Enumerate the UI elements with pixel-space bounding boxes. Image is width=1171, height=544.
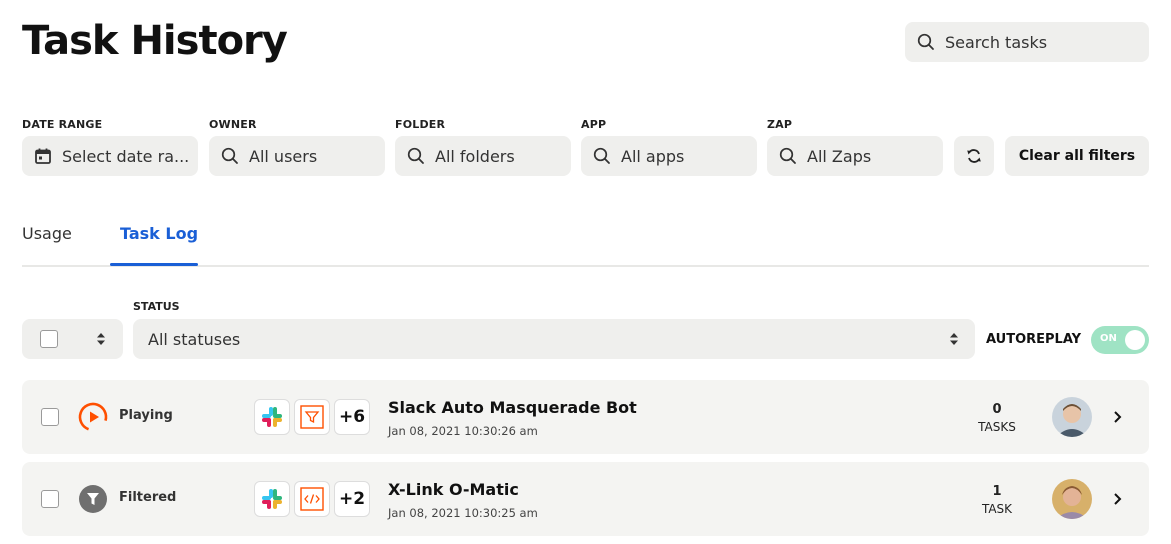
slack-icon (254, 399, 290, 435)
folder-value: All folders (435, 146, 515, 166)
filter-label-folder: FOLDER (395, 118, 446, 131)
clear-all-filters-button[interactable]: Clear all filters (1005, 136, 1149, 176)
status-value: All statuses (148, 329, 241, 349)
status-select[interactable]: All statuses (133, 319, 975, 359)
app-filter[interactable]: All apps (581, 136, 757, 176)
filter-label-app: APP (581, 118, 607, 131)
search-icon (407, 147, 424, 164)
search-placeholder: Search tasks (945, 32, 1048, 52)
task-unit: TASKS (978, 420, 1016, 434)
date-range-value: Select date ra... (62, 146, 190, 166)
select-all-checkbox[interactable] (40, 330, 58, 348)
zap-date: Jan 08, 2021 10:30:25 am (388, 506, 538, 520)
folder-filter[interactable]: All folders (395, 136, 571, 176)
sort-arrows-icon (97, 333, 105, 345)
search-icon (917, 33, 934, 50)
task-row[interactable]: Filtered +2 X-Link O-Matic Jan 08, 2021 … (22, 462, 1149, 536)
autoreplay-label: AUTOREPLAY (986, 332, 1082, 347)
search-icon (779, 147, 796, 164)
search-icon (221, 147, 238, 164)
status-label: STATUS (133, 300, 180, 313)
row-status-text: Filtered (119, 490, 177, 505)
zap-name: Slack Auto Masquerade Bot (388, 398, 637, 417)
zap-filter[interactable]: All Zaps (767, 136, 943, 176)
search-icon (593, 147, 610, 164)
zap-value: All Zaps (807, 146, 872, 166)
slack-icon (254, 481, 290, 517)
filter-label-zap: ZAP (767, 118, 793, 131)
task-row[interactable]: Playing +6 Slack Auto Masquerade Bot Jan… (22, 380, 1149, 454)
chevron-right-icon[interactable] (1112, 408, 1124, 426)
code-icon (294, 481, 330, 517)
filter-circle-icon (79, 485, 107, 513)
chevron-right-icon[interactable] (1112, 490, 1124, 508)
app-icons: +6 (254, 399, 370, 435)
refresh-button[interactable] (954, 136, 994, 176)
tab-bar: Usage Task Log (22, 212, 1149, 267)
toggle-knob (1125, 330, 1145, 350)
owner-value: All users (249, 146, 318, 166)
app-icons: +2 (254, 481, 370, 517)
task-count: 0 (992, 402, 1002, 417)
autoreplay-toggle[interactable]: ON (1091, 326, 1149, 354)
page-title: Task History (22, 18, 288, 64)
select-all-dropdown[interactable] (22, 319, 123, 359)
refresh-icon (967, 149, 981, 163)
play-circle-icon (78, 402, 108, 432)
filter-label-date-range: DATE RANGE (22, 118, 103, 131)
app-value: All apps (621, 146, 685, 166)
more-apps-count: +2 (334, 481, 370, 517)
row-status-text: Playing (119, 408, 173, 423)
row-checkbox[interactable] (41, 408, 59, 426)
date-range-filter[interactable]: Select date ra... (22, 136, 198, 176)
tab-task-log[interactable]: Task Log (120, 224, 198, 243)
avatar (1052, 397, 1092, 437)
tab-usage[interactable]: Usage (22, 224, 72, 243)
zap-name: X-Link O-Matic (388, 480, 519, 499)
select-arrows-icon (950, 333, 958, 345)
calendar-icon (35, 148, 51, 164)
filter-label-owner: OWNER (209, 118, 257, 131)
more-apps-count: +6 (334, 399, 370, 435)
zap-date: Jan 08, 2021 10:30:26 am (388, 424, 538, 438)
task-count: 1 (992, 484, 1002, 499)
task-unit: TASK (981, 502, 1013, 516)
filter-icon (294, 399, 330, 435)
active-tab-indicator (110, 263, 198, 266)
search-input[interactable]: Search tasks (905, 22, 1149, 62)
owner-filter[interactable]: All users (209, 136, 385, 176)
avatar (1052, 479, 1092, 519)
toggle-on-text: ON (1100, 333, 1117, 344)
row-checkbox[interactable] (41, 490, 59, 508)
